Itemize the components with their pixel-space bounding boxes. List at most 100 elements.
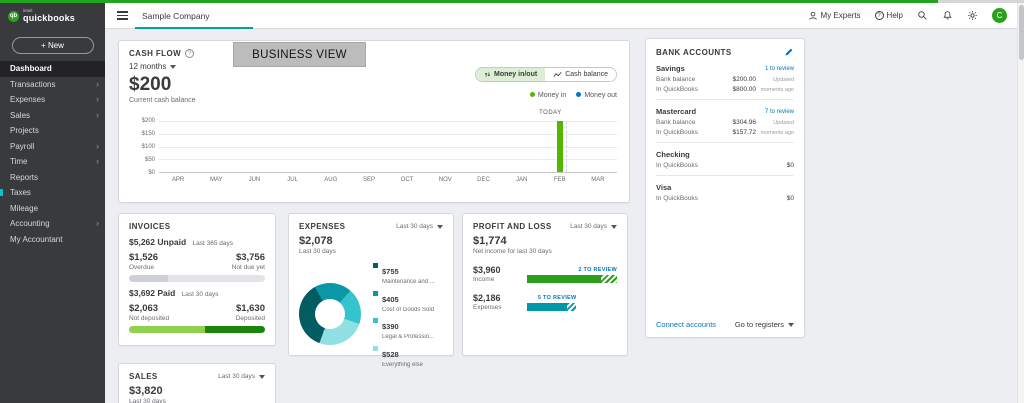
paid-invoices-bar: [129, 326, 265, 333]
expenses-period-dropdown[interactable]: Last 30 days: [396, 223, 443, 230]
sidebar-item-label: Transactions: [10, 80, 56, 89]
loading-progress-track: [938, 0, 1024, 3]
sales-card: SALES Last 30 days $3,820 Last 30 days: [118, 363, 276, 403]
sidebar: qb intuit quickbooks + New Dashboard Tra…: [0, 3, 105, 403]
sidebar-item-reports[interactable]: Reports: [0, 170, 105, 186]
expense-bar: [527, 303, 577, 311]
y-axis-tick: $200: [129, 118, 155, 124]
sidebar-item-label: Taxes: [10, 188, 31, 197]
notifications-icon[interactable]: [942, 10, 953, 21]
scrollbar-thumb[interactable]: [1019, 5, 1024, 60]
cash-balance-toggle[interactable]: Cash balance: [545, 68, 616, 81]
help-button[interactable]: ? Help: [875, 11, 903, 20]
today-label: TODAY: [539, 110, 562, 116]
loading-progress-bar: [0, 0, 938, 3]
sidebar-item-label: Time: [10, 157, 27, 166]
profit-and-loss-card: PROFIT AND LOSS Last 30 days $1,774 Net …: [462, 213, 628, 356]
sidebar-item-payroll[interactable]: Payroll ›: [0, 139, 105, 155]
expenses-total: $2,078: [299, 235, 443, 247]
chevron-right-icon: ›: [96, 108, 99, 124]
new-button[interactable]: + New: [12, 37, 94, 54]
deposited-bar-segment: [205, 326, 265, 333]
legend-swatch-icon: [373, 291, 378, 296]
chart-legend: Money in Money out: [530, 92, 617, 99]
my-experts-button[interactable]: My Experts: [808, 11, 861, 21]
sidebar-item-sales[interactable]: Sales ›: [0, 108, 105, 124]
legend-item: $755 Maintenance and ...: [373, 261, 443, 285]
quickbooks-brand-text: quickbooks: [23, 14, 75, 24]
y-axis-tick: $100: [129, 144, 155, 150]
unpaid-invoices-bar: [129, 275, 265, 282]
search-icon[interactable]: [917, 10, 928, 21]
sidebar-item-expenses[interactable]: Expenses ›: [0, 92, 105, 108]
overdue-label: Overdue: [129, 264, 158, 271]
business-view-label: BUSINESS VIEW: [233, 42, 366, 67]
mastercard-review-link[interactable]: 7 to review: [765, 109, 794, 115]
notdeposited-amount: $2,063: [129, 303, 169, 314]
account-row: In QuickBooks $157.72 moments ago: [656, 129, 794, 136]
unpaid-period: Last 365 days: [193, 240, 233, 247]
legend-swatch-icon: [373, 346, 378, 351]
cash-flow-chart: $200 $150 $100 $50 $0 TODAY: [129, 121, 617, 173]
income-label: Income: [473, 276, 519, 283]
account-row: Bank balance $200.00 Updated: [656, 76, 794, 83]
sidebar-item-mileage[interactable]: Mileage: [0, 201, 105, 217]
sidebar-item-projects[interactable]: Projects: [0, 123, 105, 139]
person-icon: [808, 11, 818, 21]
paid-period: Last 30 days: [182, 291, 219, 298]
account-row: In QuickBooks $0: [656, 162, 794, 169]
sidebar-item-label: Payroll: [10, 142, 34, 151]
invoices-card: INVOICES $5,262 Unpaid Last 365 days $1,…: [118, 213, 276, 346]
user-avatar[interactable]: C: [992, 8, 1007, 23]
sidebar-item-accounting[interactable]: Accounting ›: [0, 216, 105, 232]
sidebar-item-label: Projects: [10, 126, 39, 135]
legend-money-in: Money in: [530, 92, 566, 99]
notdeposited-bar-segment: [129, 326, 205, 333]
connect-accounts-link[interactable]: Connect accounts: [656, 320, 716, 329]
savings-review-link[interactable]: 1 to review: [765, 66, 794, 72]
toggle-label: Money in/out: [494, 71, 537, 78]
sidebar-item-time[interactable]: Time ›: [0, 154, 105, 170]
y-axis-tick: $50: [129, 157, 155, 163]
qb-logo-icon: qb: [8, 11, 19, 22]
money-in-dot-icon: [530, 92, 535, 97]
expenses-subtitle: Last 30 days: [299, 248, 443, 255]
income-bar: [527, 275, 617, 283]
sidebar-item-transactions[interactable]: Transactions ›: [0, 77, 105, 93]
overdue-amount: $1,526: [129, 252, 158, 263]
expense-label: Expenses: [473, 304, 519, 311]
bank-account-savings: Savings 1 to review Bank balance $200.00…: [656, 64, 794, 100]
income-amount: $3,960: [473, 265, 519, 275]
go-to-registers-dropdown[interactable]: Go to registers: [735, 320, 794, 329]
expenses-row: $2,186 Expenses 5 TO REVIEW: [473, 293, 617, 311]
expenses-card: EXPENSES Last 30 days $2,078 Last 30 day…: [288, 213, 454, 356]
money-out-dot-icon: [576, 92, 581, 97]
profit-loss-period-dropdown[interactable]: Last 30 days: [570, 223, 617, 230]
income-review-link[interactable]: 2 TO REVIEW: [527, 267, 617, 273]
expense-review-hatch: [567, 303, 577, 311]
money-inout-toggle[interactable]: Money in/out: [476, 68, 545, 81]
quickbooks-logo[interactable]: qb intuit quickbooks: [0, 3, 105, 29]
settings-gear-icon[interactable]: [967, 10, 978, 21]
toggle-label: Cash balance: [565, 71, 608, 78]
sidebar-item-dashboard[interactable]: Dashboard: [0, 61, 105, 77]
sidebar-item-taxes[interactable]: Taxes: [0, 185, 105, 201]
expense-review-link[interactable]: 5 TO REVIEW: [527, 295, 577, 301]
account-name: Mastercard: [656, 107, 696, 116]
help-icon[interactable]: ?: [185, 49, 194, 58]
sidebar-item-label: My Accountant: [10, 235, 62, 244]
income-row: $3,960 Income 2 TO REVIEW: [473, 265, 617, 283]
menu-icon[interactable]: [117, 9, 128, 22]
edit-pencil-icon[interactable]: [784, 47, 794, 57]
chevron-right-icon: ›: [96, 92, 99, 108]
notdeposited-label: Not deposited: [129, 315, 169, 322]
help-icon: ?: [875, 11, 884, 20]
expense-amount: $2,186: [473, 293, 519, 303]
chevron-down-icon: [170, 65, 176, 69]
sidebar-item-label: Mileage: [10, 204, 38, 213]
sidebar-item-my-accountant[interactable]: My Accountant: [0, 232, 105, 248]
sales-period-dropdown[interactable]: Last 30 days: [218, 373, 265, 380]
company-tab[interactable]: Sample Company: [142, 11, 210, 21]
account-row: Bank balance $304.96 Updated: [656, 119, 794, 126]
legend-item: $390 Legal & Professio...: [373, 316, 443, 340]
